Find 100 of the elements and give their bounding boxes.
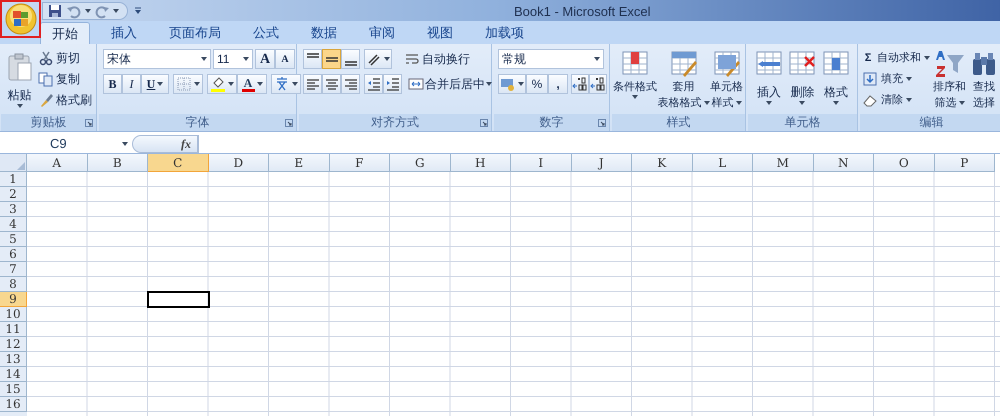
clipboard-item[interactable]: 复制 (38, 70, 92, 88)
column-header[interactable]: M (753, 154, 814, 172)
row-header[interactable]: 16 (0, 397, 27, 412)
caret-icon (228, 82, 234, 86)
ribbon-tab[interactable]: 页面布局 (158, 22, 232, 44)
column-header[interactable]: L (692, 154, 753, 172)
row-header[interactable]: 1 (0, 172, 27, 187)
row-header[interactable]: 9 (0, 292, 27, 307)
horizontal-align-button[interactable] (322, 74, 341, 94)
caret-icon (766, 101, 772, 105)
column-header[interactable]: C (148, 154, 208, 172)
button-label: 筛选 (934, 95, 964, 111)
orientation-button[interactable] (364, 49, 392, 69)
column-header[interactable]: O (874, 154, 934, 172)
column-header[interactable]: D (208, 154, 269, 172)
font-color-button[interactable]: A (237, 74, 267, 94)
bold-button[interactable]: B (103, 74, 122, 94)
row-header[interactable]: 10 (0, 307, 27, 322)
vertical-align-button[interactable] (322, 49, 341, 69)
cell-grid[interactable] (27, 172, 1000, 416)
ribbon-tab[interactable]: 审阅 (358, 22, 406, 44)
grow-font-button[interactable]: A (255, 49, 275, 69)
decimal-button[interactable] (571, 74, 589, 94)
row-header[interactable]: 4 (0, 217, 27, 232)
column-header[interactable]: J (572, 154, 632, 172)
wrap-text-button[interactable]: 自动换行 (404, 49, 470, 69)
editing-item[interactable]: Σ 自动求和 (862, 49, 930, 67)
ribbon-tab[interactable]: 开始 (40, 22, 90, 44)
group-label: 样式 (612, 114, 745, 131)
grid-brush-icon (668, 49, 698, 79)
vertical-align-button[interactable] (303, 49, 322, 69)
name-box[interactable]: C9 (0, 134, 132, 152)
clipboard-item[interactable]: 格式刷 (38, 91, 92, 109)
underline-button[interactable]: U (141, 74, 169, 94)
column-header[interactable]: E (269, 154, 330, 172)
number-format-field[interactable]: 常规 (498, 49, 604, 69)
customize-toolbar-icon[interactable] (134, 6, 142, 14)
column-header[interactable]: A (27, 154, 88, 172)
row-header[interactable]: 2 (0, 187, 27, 202)
row-header[interactable]: 5 (0, 232, 27, 247)
decimal-button[interactable] (589, 74, 607, 94)
cells-button[interactable]: 格式 (821, 49, 852, 114)
ribbon-tab[interactable]: 插入 (100, 22, 148, 44)
row-header[interactable]: 3 (0, 202, 27, 217)
row-header[interactable]: 8 (0, 277, 27, 292)
button-label: 套用 (672, 80, 694, 95)
ribbon-tab[interactable]: 公式 (242, 22, 290, 44)
column-header[interactable]: B (88, 154, 148, 172)
ribbon-tab[interactable]: 加载项 (474, 22, 535, 44)
vertical-align-button[interactable] (341, 49, 360, 69)
font-size-field[interactable]: 11 (213, 49, 253, 69)
row-header[interactable]: 7 (0, 262, 27, 277)
row-header[interactable]: 14 (0, 367, 27, 382)
dialog-launcher-icon[interactable] (85, 119, 93, 127)
phonetic-button[interactable] (271, 74, 301, 94)
ribbon-tab[interactable]: 数据 (300, 22, 348, 44)
dialog-launcher-icon[interactable] (285, 119, 293, 127)
shrink-font-button[interactable]: A (275, 49, 295, 69)
cells-button[interactable]: 删除 (787, 49, 818, 114)
group-label: 字体 (99, 114, 296, 131)
ribbon-tab[interactable]: 视图 (416, 22, 464, 44)
decimal-icon (572, 76, 588, 92)
editing-button[interactable]: 查找 选择 (969, 49, 999, 114)
horizontal-align-button[interactable] (341, 74, 360, 94)
merge-center-button[interactable]: 合并后居中 (408, 74, 492, 94)
fill-color-button[interactable] (207, 74, 237, 94)
row-header[interactable]: 11 (0, 322, 27, 337)
paste-button[interactable]: 粘贴 (5, 49, 34, 114)
column-header[interactable]: H (450, 154, 511, 172)
column-header[interactable]: N (814, 154, 874, 172)
align-lines-icon (344, 60, 356, 66)
column-header[interactable]: I (511, 154, 572, 172)
selected-cell[interactable] (147, 291, 210, 308)
cells-button[interactable]: 插入 (754, 49, 784, 114)
row-header[interactable]: 12 (0, 337, 27, 352)
font-name-field[interactable]: 宋体 (103, 49, 211, 69)
clipboard-item[interactable]: 剪切 (38, 49, 92, 67)
editing-item[interactable]: 填充 (862, 70, 930, 88)
indent-button[interactable] (383, 74, 402, 94)
style-button[interactable]: 条件格式 (613, 49, 657, 114)
row-header[interactable]: 13 (0, 352, 27, 367)
editing-button[interactable]: 排序和 筛选 (933, 49, 966, 114)
column-header[interactable]: P (934, 154, 995, 172)
style-button[interactable]: 单元格 样式 (710, 49, 743, 114)
row-header[interactable]: 15 (0, 382, 27, 397)
dialog-launcher-icon[interactable] (480, 119, 488, 127)
column-header[interactable]: F (330, 154, 390, 172)
function-button[interactable]: fx (132, 134, 198, 152)
row-header[interactable]: 6 (0, 247, 27, 262)
currency-button[interactable] (498, 74, 526, 94)
dialog-launcher-icon[interactable] (598, 119, 606, 127)
comma-button[interactable]: , (548, 74, 568, 94)
horizontal-align-button[interactable] (303, 74, 322, 94)
column-header[interactable]: K (632, 154, 692, 172)
style-button[interactable]: 套用 表格格式 (658, 49, 710, 114)
column-header[interactable]: G (390, 154, 450, 172)
editing-item[interactable]: 清除 (862, 91, 930, 109)
italic-button[interactable]: I (122, 74, 141, 94)
percent-button[interactable]: % (526, 74, 548, 94)
indent-button[interactable] (364, 74, 383, 94)
